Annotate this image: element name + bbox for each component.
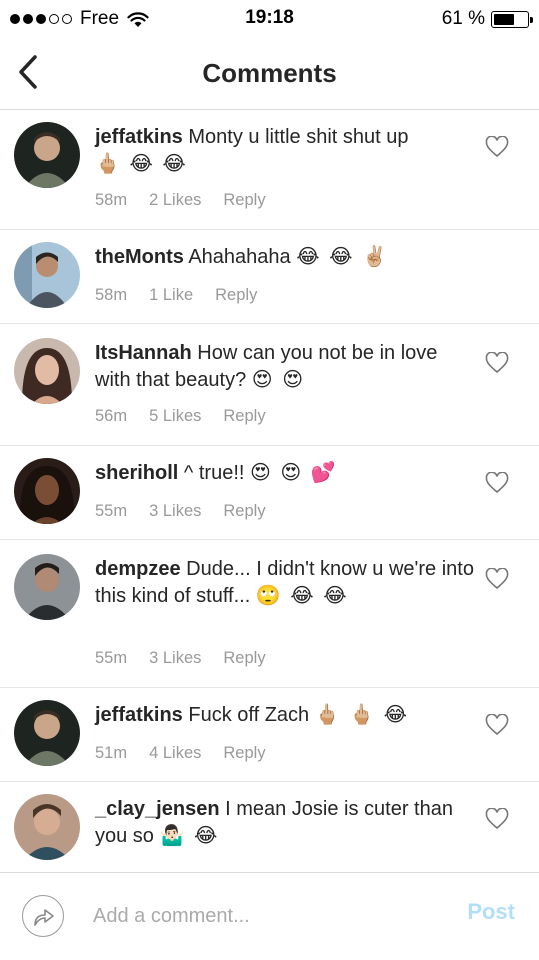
heart-icon[interactable] — [485, 714, 509, 736]
battery-percentage: 61 % — [441, 8, 485, 29]
nav-bar: Comments — [0, 38, 539, 110]
comment-meta: 56m 5 Likes Reply — [95, 407, 266, 426]
comments-list[interactable]: jeffatkins Monty u little shit shut up 🖕… — [0, 110, 539, 872]
comment-composer: Post — [0, 872, 539, 960]
comment-message: Fuck off Zach — [188, 704, 310, 726]
comment-meta: 58m 1 Like Reply — [95, 286, 257, 305]
comment-item: jeffatkins Monty u little shit shut up 🖕… — [0, 110, 539, 230]
comment-time: 58m — [95, 191, 128, 209]
comment-meta: 55m 3 Likes Reply — [95, 502, 266, 521]
comment-emojis: 😍 😍 💕 — [250, 462, 338, 484]
comment-likes[interactable]: 2 Likes — [149, 191, 201, 210]
comment-message: Monty u little shit shut up — [188, 126, 409, 148]
comment-likes[interactable]: 5 Likes — [149, 407, 201, 426]
reply-button[interactable]: Reply — [223, 649, 265, 668]
battery-icon — [491, 10, 533, 28]
comment-text: _clay_jensen I mean Josie is cuter than … — [95, 796, 475, 850]
comment-time: 56m — [95, 407, 128, 425]
comment-username[interactable]: sheriholl — [95, 462, 178, 484]
comment-username[interactable]: jeffatkins — [95, 126, 183, 148]
avatar[interactable] — [14, 794, 80, 860]
comment-username[interactable]: theMonts — [95, 246, 184, 268]
comment-username[interactable]: jeffatkins — [95, 704, 183, 726]
comment-emojis: 🙄 😂 😂 — [255, 585, 349, 607]
avatar[interactable] — [14, 242, 80, 308]
comment-emojis: 🖕🏼 😂 😂 — [95, 153, 188, 175]
comment-username[interactable]: _clay_jensen — [95, 798, 220, 820]
avatar[interactable] — [14, 700, 80, 766]
comment-emojis: 🤷🏻‍♂️ 😂 — [159, 825, 220, 847]
comment-emojis: 😂 😂 ✌🏼 — [296, 246, 389, 268]
page-title: Comments — [202, 58, 337, 88]
comment-emojis: 😍 😍 — [251, 369, 306, 391]
comment-item: _clay_jensen I mean Josie is cuter than … — [0, 782, 539, 872]
comment-emojis: 🖕🏼 🖕🏼 😂 — [314, 704, 410, 726]
comment-text: theMonts Ahahahaha 😂 😂 ✌🏼 — [95, 244, 475, 271]
reply-button[interactable]: Reply — [223, 407, 265, 426]
comment-time: 55m — [95, 502, 128, 520]
post-button[interactable]: Post — [467, 899, 515, 925]
comment-username[interactable]: ItsHannah — [95, 342, 192, 364]
comment-meta: 58m 2 Likes Reply — [95, 191, 266, 210]
reply-button[interactable]: Reply — [215, 286, 257, 305]
comment-message: Ahahahaha — [188, 246, 291, 268]
comment-item: sheriholl ^ true!! 😍 😍 💕 55m 3 Likes Rep… — [0, 446, 539, 540]
comment-item: dempzee Dude... I didn't know u we're in… — [0, 540, 539, 688]
comment-item: ItsHannah How can you not be in love wit… — [0, 324, 539, 446]
avatar[interactable] — [14, 554, 80, 620]
battery-info: 61 % — [441, 8, 533, 30]
heart-icon[interactable] — [485, 808, 509, 830]
comment-likes[interactable]: 4 Likes — [149, 744, 201, 763]
share-button[interactable] — [22, 895, 64, 937]
comment-input[interactable] — [93, 901, 433, 931]
reply-button[interactable]: Reply — [223, 744, 265, 763]
avatar[interactable] — [14, 338, 80, 404]
comment-username[interactable]: dempzee — [95, 558, 181, 580]
avatar[interactable] — [14, 458, 80, 524]
comment-item: jeffatkins Fuck off Zach 🖕🏼 🖕🏼 😂 51m 4 L… — [0, 688, 539, 782]
comment-text: jeffatkins Monty u little shit shut up 🖕… — [95, 124, 475, 178]
heart-icon[interactable] — [485, 472, 509, 494]
comment-text: sheriholl ^ true!! 😍 😍 💕 — [95, 460, 475, 487]
comment-message: ^ true!! — [183, 462, 245, 484]
comment-time: 58m — [95, 286, 128, 304]
reply-button[interactable]: Reply — [223, 191, 265, 210]
heart-icon[interactable] — [485, 136, 509, 158]
comment-text: ItsHannah How can you not be in love wit… — [95, 340, 475, 394]
comment-likes[interactable]: 1 Like — [149, 286, 193, 305]
heart-icon[interactable] — [485, 568, 509, 590]
comment-meta: 51m 4 Likes Reply — [95, 744, 266, 763]
comment-time: 55m — [95, 649, 128, 667]
comment-item: theMonts Ahahahaha 😂 😂 ✌🏼 58m 1 Like Rep… — [0, 230, 539, 324]
heart-icon[interactable] — [485, 352, 509, 374]
comment-meta: 55m 3 Likes Reply — [95, 649, 266, 668]
comment-time: 51m — [95, 744, 128, 762]
reply-arrow-icon — [34, 909, 54, 926]
comment-likes[interactable]: 3 Likes — [149, 649, 201, 668]
battery-level — [494, 13, 514, 25]
reply-button[interactable]: Reply — [223, 502, 265, 521]
comment-text: jeffatkins Fuck off Zach 🖕🏼 🖕🏼 😂 — [95, 702, 475, 729]
avatar[interactable] — [14, 122, 80, 188]
status-bar: Free 19:18 61 % — [0, 0, 539, 38]
comment-text: dempzee Dude... I didn't know u we're in… — [95, 556, 475, 610]
comment-likes[interactable]: 3 Likes — [149, 502, 201, 521]
